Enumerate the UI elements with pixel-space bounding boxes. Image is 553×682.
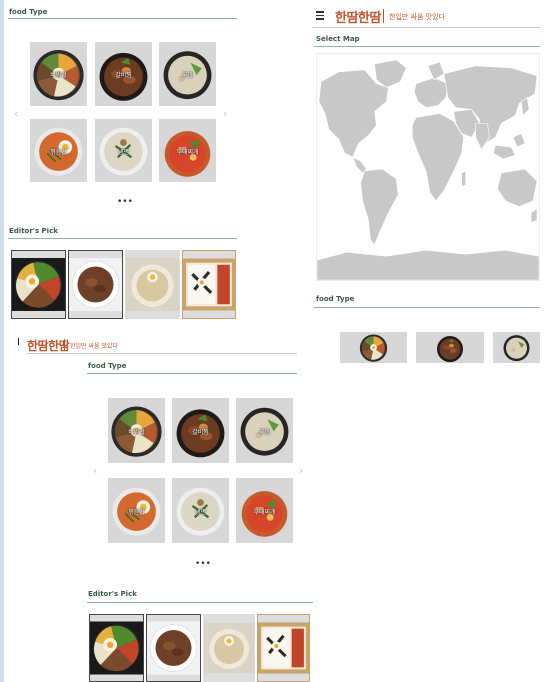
food-type-title: food Type [9,8,48,16]
editors-pick-card-2[interactable] [68,250,123,319]
food-card-naengmyeon-bottom[interactable]: 냉면 [172,478,229,543]
editors-pick-card-1-bottom[interactable] [89,614,144,682]
food-card-budae-jjigae[interactable]: 부대찌개 [159,119,216,182]
carousel-pager-dots[interactable]: ••• [117,198,133,207]
carousel-pager-dots-bottom[interactable]: ••• [195,560,211,569]
food-type-rule [8,18,237,19]
food-card-label: 부대찌개 [176,148,199,156]
food-card-galbijjim-right[interactable] [416,332,484,363]
food-card-label: 비빔밥 [50,72,67,80]
app-logo-bottom[interactable]: 한땀한땀 [27,337,70,354]
food-card-budae-jjigae-bottom[interactable]: 부대찌개 [236,478,293,543]
food-card-bibimbap-bottom[interactable]: 비빔밥 [108,398,165,463]
select-map-title: Select Map [316,35,360,43]
select-map-rule [314,46,540,47]
logo-divider [383,9,384,23]
app-logo[interactable]: 한땀한땀 [335,7,381,26]
food-card-gukbap-bottom[interactable]: 국밥 [236,398,293,463]
hamburger-menu-icon[interactable] [316,11,324,22]
gukbap-icon [493,332,540,363]
food-card-label: 냉면 [194,508,207,516]
food-type-title-bottom: food Type [88,362,127,370]
header-rule [313,27,540,28]
food-card-label: 부대찌개 [253,508,276,516]
world-map-icon [317,54,539,280]
header-rule-bottom [27,353,297,354]
editors-pick-card-4[interactable] [182,250,236,319]
food-card-label: 국밥 [181,72,194,80]
bibimbap-icon [340,332,407,363]
food-type-rule-bottom [87,373,297,374]
bibimbap-photo-icon [90,615,143,681]
editors-pick-title: Editor's Pick [9,227,58,235]
editors-pick-card-4-bottom[interactable] [257,614,310,682]
editors-pick-card-3[interactable] [125,250,180,319]
food-type-rule-right [314,307,540,308]
bibimbap-photo-icon [12,251,65,318]
food-card-label: 갈비찜 [192,428,209,436]
editors-pick-rule [8,238,237,239]
bottom-panel-marker [18,338,19,345]
food-card-label: 국밥 [258,428,271,436]
app-tagline: 한입만 싸움 맛있다 [389,13,445,21]
carousel-prev-arrow[interactable]: ‹ [14,108,18,119]
food-card-naengmyeon[interactable]: 냉면 [95,119,152,182]
naengmyeon-photo-icon [204,615,254,681]
food-card-label: 볶음밥 [128,508,145,516]
world-map[interactable] [316,53,540,281]
food-card-galbijjim[interactable]: 갈비찜 [95,42,152,106]
app-tagline-bottom: 한입만 싸움 맛있다 [70,343,118,350]
dosirak-photo-icon [183,251,235,318]
food-card-label: 갈비찜 [115,72,132,80]
editors-pick-rule-bottom [87,602,313,603]
food-card-label: 볶음밥 [50,148,67,156]
left-edge-strip [0,0,4,682]
food-type-title-right: food Type [316,295,355,303]
food-card-galbijjim-bottom[interactable]: 갈비찜 [172,398,229,463]
galbi-photo-icon [147,615,200,681]
food-card-gukbap[interactable]: 국밥 [159,42,216,106]
food-card-bibimbap-right[interactable] [340,332,407,363]
food-card-label: 냉면 [117,148,130,156]
naengmyeon-photo-icon [126,251,179,318]
food-card-gukbap-right[interactable] [493,332,540,363]
food-card-bibimbap[interactable]: 비빔밥 [30,42,87,106]
editors-pick-title-bottom: Editor's Pick [88,590,137,598]
galbi-photo-icon [69,251,122,318]
editors-pick-card-2-bottom[interactable] [146,614,201,682]
editors-pick-card-3-bottom[interactable] [203,614,255,682]
food-card-label: 비빔밥 [128,428,145,436]
carousel-next-arrow-bottom[interactable]: › [299,465,303,476]
galbijjim-icon [416,332,484,363]
food-card-fried-rice-bottom[interactable]: 볶음밥 [108,478,165,543]
editors-pick-card-1[interactable] [11,250,66,319]
food-card-fried-rice[interactable]: 볶음밥 [30,119,87,182]
dosirak-photo-icon [258,615,309,681]
carousel-prev-arrow-bottom[interactable]: ‹ [93,465,97,476]
carousel-next-arrow[interactable]: › [223,108,227,119]
logo-divider-bottom [64,339,65,350]
